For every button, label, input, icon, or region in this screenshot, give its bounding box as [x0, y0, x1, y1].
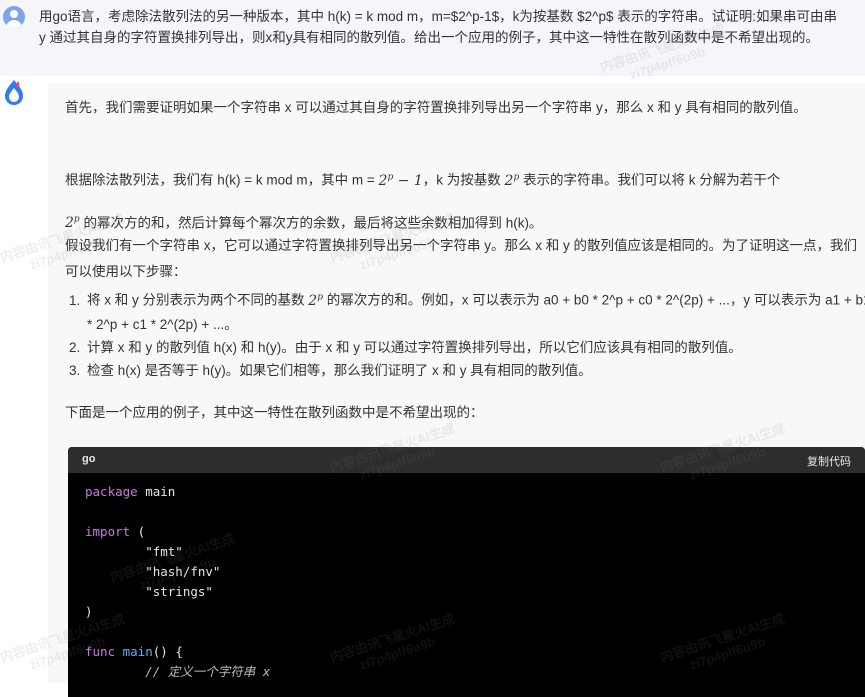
code-line-9: func main() { [85, 644, 183, 659]
copy-code-button[interactable]: 复制代码 [807, 453, 851, 469]
step-1: 将 x 和 y 分别表示为两个不同的基数 2p 的幂次方的和。例如，x 可以表示… [84, 286, 865, 336]
step-3: 检查 h(x) 是否等于 h(y)。如果它们相等，那么我们证明了 x 和 y 具… [84, 359, 865, 382]
steps-list: 将 x 和 y 分别表示为两个不同的基数 2p 的幂次方的和。例如，x 可以表示… [65, 286, 865, 382]
code-line-5: "hash/fnv" [85, 564, 221, 579]
user-question: 用go语言，考虑除法散列法的另一种版本，其中 h(k) = k mod m，m=… [0, 0, 865, 76]
code-line-3: import ( [85, 524, 146, 539]
spark-logo-icon [5, 80, 23, 105]
answer-paragraph-4: 下面是一个应用的例子，其中这一特性在散列函数中是不希望出现的： [65, 405, 484, 420]
math-2p-second: 2p [65, 214, 80, 232]
step-2: 计算 x 和 y 的散列值 h(x) 和 h(y)。由于 x 和 y 可以通过字… [84, 336, 865, 359]
question-text: 用go语言，考虑除法散列法的另一种版本，其中 h(k) = k mod m，m=… [39, 9, 838, 45]
code-line-10: // 定义一个字符串 x [85, 664, 271, 679]
code-line-4: "fmt" [85, 544, 183, 559]
user-avatar [3, 6, 25, 28]
code-header: go 复制代码 [68, 447, 865, 473]
code-block: go 复制代码 package main import ( "fmt" "has… [68, 447, 865, 697]
code-body: package main import ( "fmt" "hash/fnv" "… [68, 473, 865, 691]
code-language-label: go [82, 453, 96, 465]
math-2p-minus-1: 2p − 1 [378, 172, 423, 189]
answer-paragraph-3: 假设我们有一个字符串 x，它可以通过字符置换排列导出另一个字符串 y。那么 x … [65, 238, 858, 279]
answer-paragraph-1: 首先，我们需要证明如果一个字符串 x 可以通过其自身的字符置换排列导出另一个字符… [65, 100, 807, 115]
code-line-1: package main [85, 484, 176, 499]
code-line-6: "strings" [85, 584, 213, 599]
code-line-7: ) [85, 604, 93, 619]
math-2p: 2p [504, 172, 520, 189]
answer-paragraph-2: 根据除法散列法，我们有 h(k) = k mod m，其中 m = 2p − 1… [65, 172, 781, 232]
assistant-answer: 首先，我们需要证明如果一个字符串 x 可以通过其自身的字符置换排列导出另一个字符… [48, 83, 865, 697]
